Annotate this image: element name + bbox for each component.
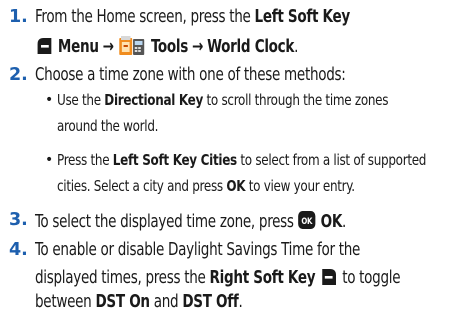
bullet-2-cont-post: to view your entry. <box>245 177 355 195</box>
ok-label: OK <box>320 212 343 232</box>
bullet-1: • <box>45 92 54 108</box>
step-2-bullet-1-line-1: Use the Directional Key to scroll throug… <box>57 91 388 109</box>
bullet-1-post: to scroll through the time zones <box>203 91 389 109</box>
step-2-bullet-1-line-2: around the world. <box>57 117 159 135</box>
step-3-text: To select the displayed time zone, press <box>35 212 298 232</box>
step-2-bullet-2-line-2: cities. Select a city and press OK to vi… <box>57 177 355 195</box>
step-1-line-1: From the Home screen, press the Left Sof… <box>35 7 350 27</box>
step-2-bullet-2-line-1: Press the Left Soft Key Cities to select… <box>57 151 426 169</box>
bullet-2: • <box>45 152 54 168</box>
step-4-line-2-post: to toggle <box>338 268 401 288</box>
instruction-document: 1. From the Home screen, press the Left … <box>0 0 472 327</box>
directional-key-label: Directional Key <box>104 91 204 109</box>
step-3-period: . <box>342 212 347 232</box>
step-1-period: . <box>294 37 299 57</box>
left-soft-key-icon <box>35 35 54 62</box>
ok-key-icon-text: OK <box>302 215 314 226</box>
ok-key-icon: OK <box>298 210 317 235</box>
left-soft-key-cities-label: Left Soft Key Cities <box>112 151 237 169</box>
step-number-3: 3. <box>9 210 28 230</box>
step-number-1: 1. <box>9 7 28 27</box>
step-2-text: Choose a time zone with one of these met… <box>35 65 346 85</box>
step-4-line-2: displayed times, press the Right Soft Ke… <box>35 266 401 293</box>
step-1-text: From the Home screen, press the <box>35 7 255 27</box>
menu-label: Menu <box>57 37 99 57</box>
world-clock-label: World Clock <box>207 37 295 57</box>
step-4-line-1: To enable or disable Daylight Savings Ti… <box>35 240 361 260</box>
right-soft-key-icon <box>319 266 338 293</box>
step-number-2: 2. <box>9 65 28 85</box>
step-number-4: 4. <box>9 240 28 260</box>
step-4-line-2-pre: displayed times, press the <box>35 268 210 288</box>
step-4-period: . <box>238 292 243 312</box>
bullet-2-cont-pre: cities. Select a city and press <box>57 177 227 195</box>
bullet-1-pre: Use the <box>57 91 105 109</box>
arrow-1: → <box>102 37 114 57</box>
step-3-line: To select the displayed time zone, press… <box>35 210 346 235</box>
dst-on-label: DST On <box>95 292 150 312</box>
step-1-line-2: Menu → Tools → World Clock. <box>35 33 298 62</box>
tools-icon <box>118 33 147 62</box>
arrow-2: → <box>192 37 204 57</box>
left-soft-key-label: Left Soft Key <box>254 7 351 27</box>
right-soft-key-label: Right Soft Key <box>209 268 316 288</box>
tools-label: Tools <box>150 37 189 57</box>
step-4-line-3: between DST On and DST Off. <box>35 292 243 312</box>
step-4-line-3-pre: between <box>35 292 96 312</box>
bullet-2-pre: Press the <box>57 151 113 169</box>
dst-off-label: DST Off <box>182 292 239 312</box>
ok-label-inline: OK <box>226 177 246 195</box>
step-4-line-3-mid: and <box>149 292 183 312</box>
bullet-2-post: to select from a list of supported <box>236 151 427 169</box>
